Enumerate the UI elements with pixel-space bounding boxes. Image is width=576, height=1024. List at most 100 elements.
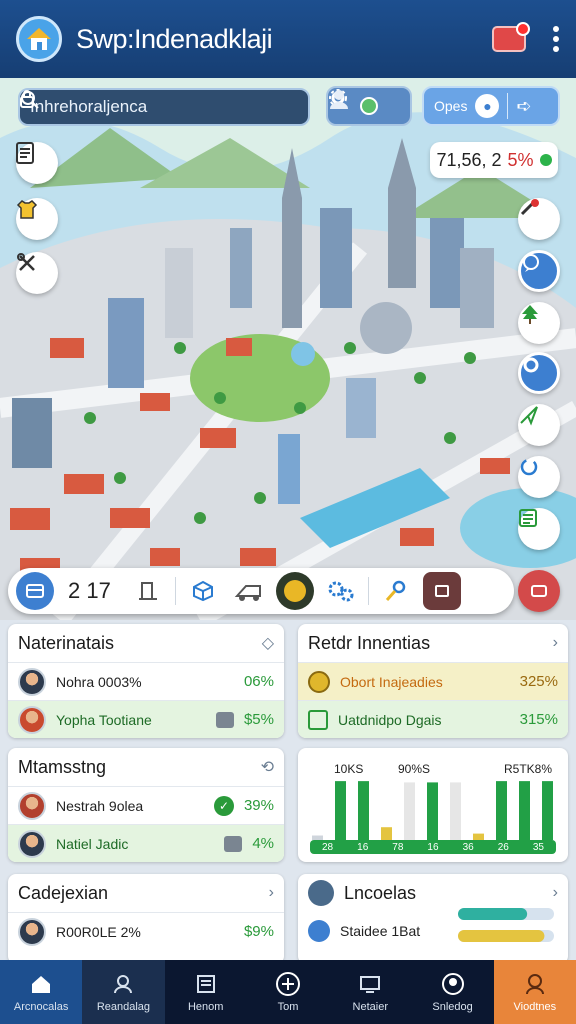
- item-percent: 315%: [519, 711, 558, 728]
- gears-icon[interactable]: [322, 572, 360, 610]
- rotate-icon[interactable]: [518, 456, 560, 498]
- cube-icon[interactable]: [184, 572, 222, 610]
- list-item[interactable]: Uatdnidpo Dgais 315%: [298, 700, 568, 738]
- user-icon[interactable]: [328, 88, 350, 110]
- search-input[interactable]: [30, 97, 298, 117]
- chat-icon[interactable]: [518, 250, 560, 292]
- nav-label: Viodtnes: [513, 1001, 557, 1013]
- progress-bars: [458, 908, 554, 942]
- inbox-icon[interactable]: [492, 22, 530, 52]
- avatar: [18, 705, 46, 734]
- nav-item-settings[interactable]: Snledog: [411, 960, 493, 1024]
- nav-item-profile[interactable]: Reandalag: [82, 960, 165, 1024]
- nav-item-list[interactable]: Henom: [165, 960, 247, 1024]
- chevron-right-icon[interactable]: ›: [553, 884, 558, 902]
- card-naterinatais[interactable]: Naterinatais ◇ Nohra 0003% 06% Yopha Too…: [8, 624, 284, 738]
- app-header: Swp:Indenadklaji: [0, 0, 576, 78]
- chart-bar: [450, 782, 461, 840]
- list-item[interactable]: Natiel Jadic 4%: [8, 824, 284, 862]
- list-item[interactable]: Obort Inajeadies 325%: [298, 662, 568, 700]
- nav-item-home[interactable]: Arcnocalas: [0, 960, 83, 1024]
- nav-label: Arcnocalas: [13, 1001, 69, 1013]
- card-bar-stats[interactable]: 10KS 90%S R5TK8% 28 16 78 16 36 26 35: [298, 748, 568, 862]
- info-icon: [308, 920, 330, 942]
- item-percent: 06%: [243, 673, 274, 690]
- item-name: Obort Inajeadies: [340, 673, 443, 690]
- item-percent: 4%: [252, 835, 274, 852]
- open-button[interactable]: Opes ● ➪: [422, 86, 560, 126]
- list-item[interactable]: Yopha Tootiane $5%: [8, 700, 284, 738]
- document-icon[interactable]: [16, 142, 58, 184]
- search-user-icon: [522, 971, 548, 997]
- chart-bar: [496, 781, 507, 840]
- chevron-right-icon[interactable]: ›: [269, 884, 274, 902]
- avatar: [18, 791, 46, 820]
- item-percent: $5%: [243, 711, 274, 728]
- refresh-icon[interactable]: [360, 97, 378, 115]
- home-icon: [28, 971, 54, 997]
- location-icon[interactable]: [518, 352, 560, 394]
- chart-icon: [308, 709, 328, 730]
- list-item[interactable]: R00R0LE 2% $9%: [8, 912, 284, 950]
- axis-label: 78: [392, 841, 404, 853]
- item-name: Natiel Jadic: [56, 835, 129, 852]
- nav-item-network[interactable]: Netaier: [329, 960, 411, 1024]
- card-title: Naterinatais: [18, 632, 115, 653]
- card-cadejexian[interactable]: Cadejexian › R00R0LE 2% $9%: [8, 874, 284, 964]
- alert-icon[interactable]: [518, 198, 560, 240]
- magnifier-icon[interactable]: [377, 572, 415, 610]
- map-tool-icon[interactable]: [422, 572, 461, 610]
- card-retdr-innentias[interactable]: Retdr Innentias › Obort Inajeadies 325% …: [298, 624, 568, 738]
- nav-label: Reandalag: [96, 1001, 151, 1013]
- chevron-right-icon[interactable]: ›: [553, 634, 558, 652]
- card-mtamsstng[interactable]: Mtamsstng ⟲ Nestrah 9olea ✓ 39% Natiel J…: [8, 748, 284, 862]
- card-title: Retdr Innentias: [308, 632, 431, 653]
- tools-icon[interactable]: [16, 252, 58, 294]
- bulldozer-icon[interactable]: [230, 572, 268, 610]
- share-icon[interactable]: ➪: [516, 96, 531, 117]
- list-item[interactable]: Nohra 0003% 06%: [8, 662, 284, 700]
- info-panel: Naterinatais ◇ Nohra 0003% 06% Yopha Too…: [0, 620, 576, 964]
- navigation-icon[interactable]: [518, 404, 560, 446]
- list-item[interactable]: Nestrah 9olea ✓ 39%: [8, 786, 284, 824]
- chart-bar: [519, 781, 530, 840]
- axis-label: 26: [497, 841, 509, 853]
- card-header: Cadejexian ›: [8, 874, 284, 912]
- item-percent: $9%: [243, 923, 274, 940]
- item-percent: 39%: [243, 797, 274, 814]
- tree-icon[interactable]: [518, 302, 560, 344]
- diamond-icon[interactable]: ◇: [262, 633, 274, 653]
- location-pin-icon: ●: [475, 94, 500, 118]
- coin-icon[interactable]: [275, 572, 314, 610]
- divider: [367, 577, 369, 605]
- settings-group[interactable]: [326, 86, 412, 126]
- list-icon[interactable]: [518, 508, 560, 550]
- record-button[interactable]: [518, 570, 560, 612]
- item-name: Yopha Tootiane: [56, 711, 152, 728]
- axis-label: 35: [532, 841, 544, 853]
- tool-bar: 2 17: [8, 568, 514, 614]
- refresh-icon[interactable]: ⟲: [261, 757, 274, 777]
- profile-icon: [308, 880, 334, 906]
- home-logo-icon[interactable]: [16, 16, 62, 62]
- nav-item-add[interactable]: Tom: [247, 960, 329, 1024]
- coordinate-accent: 5%: [507, 149, 534, 170]
- plus-icon: [275, 971, 301, 997]
- build-icon[interactable]: [16, 572, 54, 610]
- axis-label: 36: [462, 841, 474, 853]
- search-icon[interactable]: [20, 90, 40, 110]
- more-menu-icon[interactable]: [552, 26, 560, 52]
- axis-label: 16: [427, 841, 439, 853]
- building-icon[interactable]: [129, 572, 167, 610]
- avatar: [18, 829, 46, 858]
- city-map[interactable]: Opes ● ➪ 71,56, 2 5%: [0, 78, 576, 620]
- card-header: Mtamsstng ⟲: [8, 748, 284, 786]
- nav-item-search[interactable]: Viodtnes: [493, 960, 576, 1024]
- item-name: R00R0LE 2%: [56, 923, 141, 940]
- card-lncoelas[interactable]: Lncoelas › Staidee 1Bat: [298, 874, 568, 964]
- shirt-icon[interactable]: [16, 198, 58, 240]
- chart-bar: [427, 782, 438, 840]
- search-bar[interactable]: [18, 88, 310, 126]
- card-title: Mtamsstng: [18, 756, 107, 777]
- card-title: Lncoelas: [344, 882, 417, 903]
